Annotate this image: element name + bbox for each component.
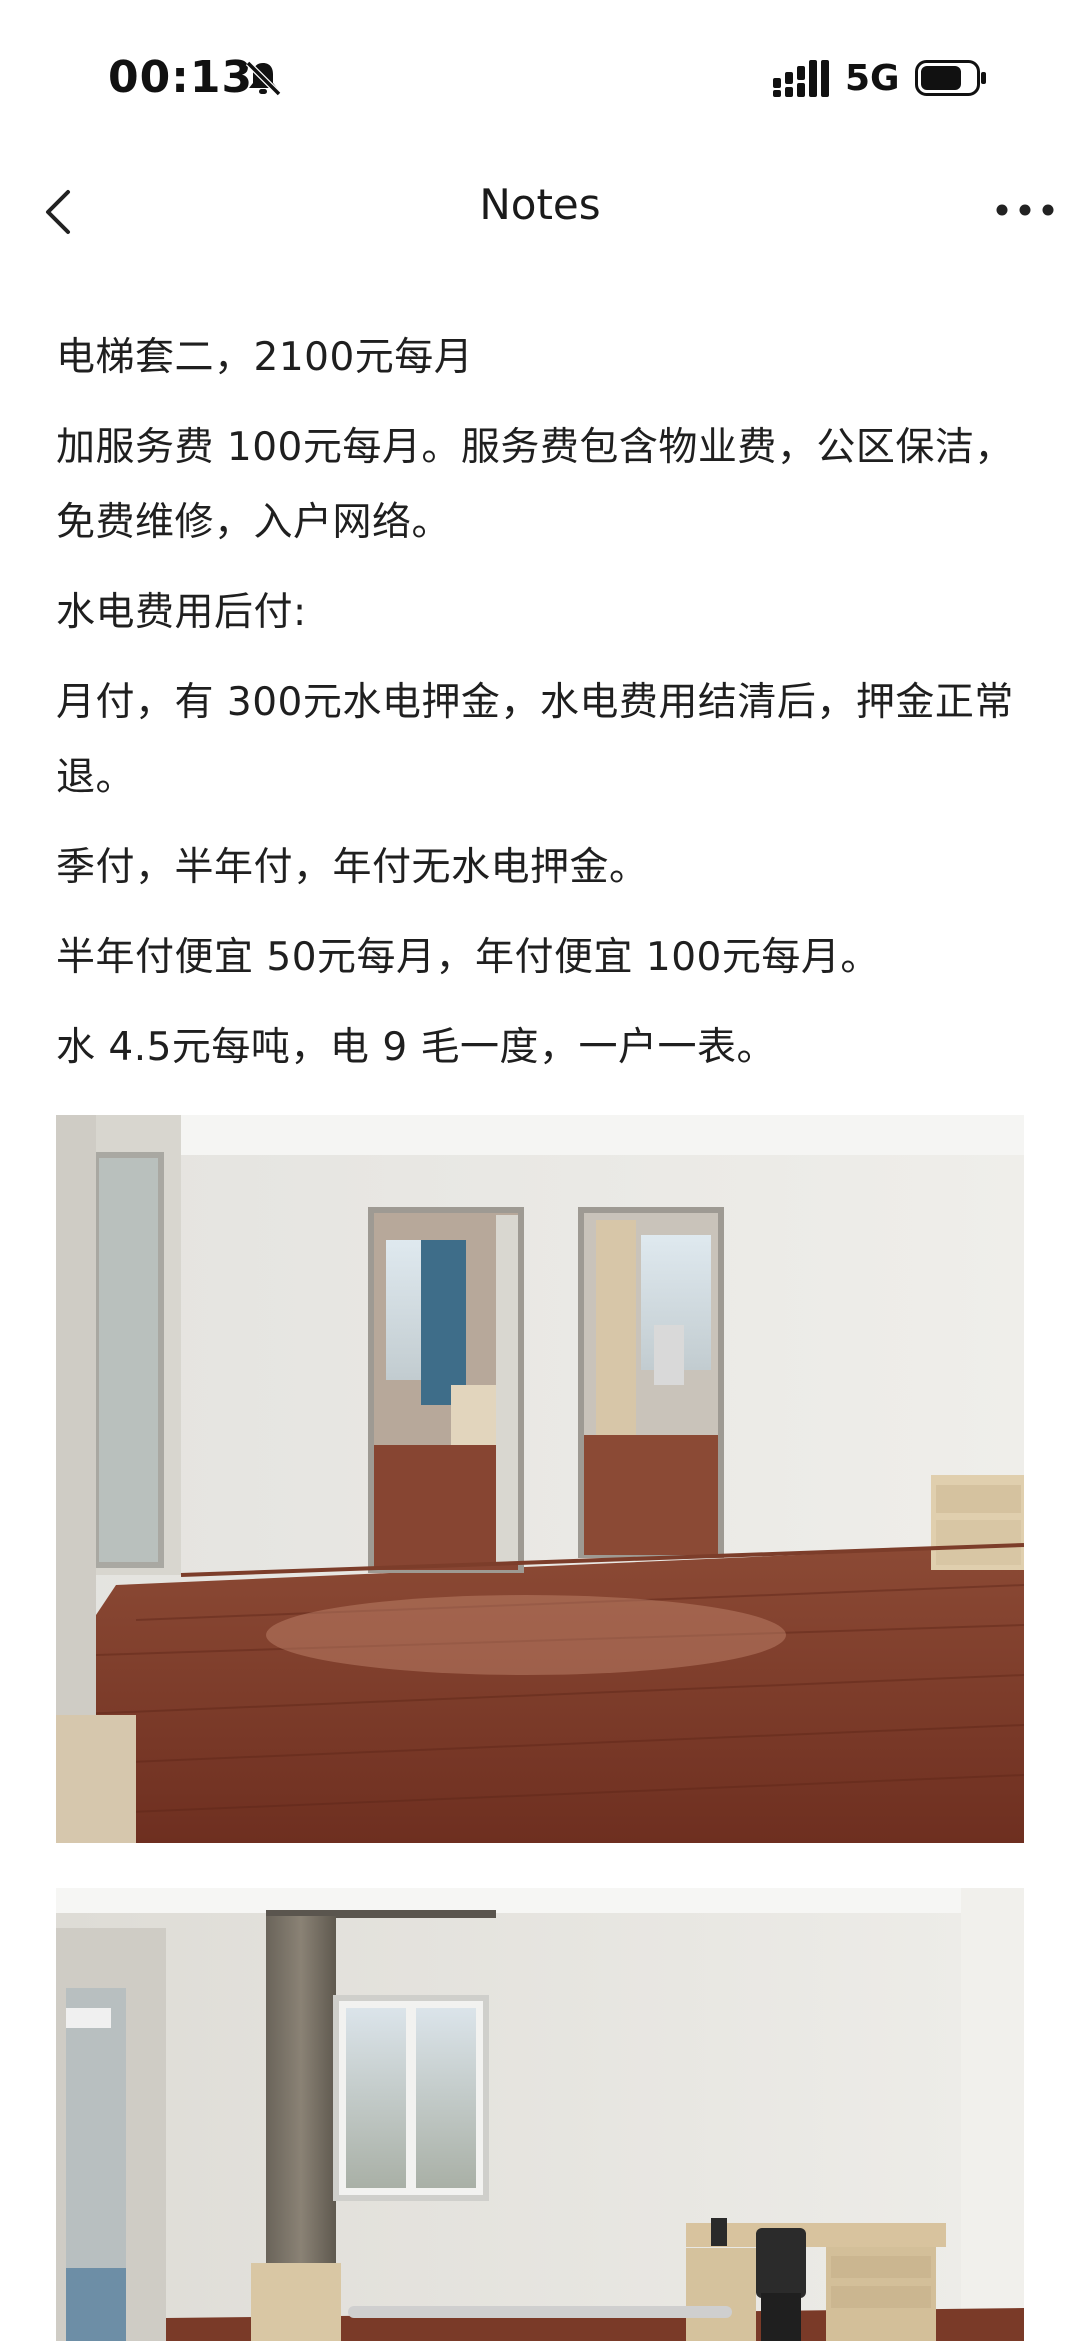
living-room-photo[interactable] [56,1115,1024,1843]
bedroom-photo[interactable] [56,1888,1024,2341]
battery-icon [915,60,986,96]
note-line-water-electric: 水 4.5元每吨，电 9 毛一度，一户一表。 [56,1025,777,1070]
status-bar: 00:13 5G [0,0,1080,160]
note-line-service-fee: 加服务费 100元每月。服务费包含物业费，公区保洁，免费维修，入户网络。 [56,425,1014,545]
note-line-rent: 电梯套二，2100元每月 [56,335,474,380]
note-line-monthly: 月付，有 300元水电押金，水电费用结清后，押金正常退。 [56,680,1014,800]
note-line-discount: 半年付便宜 50元每月，年付便宜 100元每月。 [56,935,880,980]
signal-icon [773,60,829,97]
note-line-utilities: 水电费用后付: [56,590,307,635]
home-indicator[interactable] [348,2306,732,2318]
status-time: 00:13 [108,52,254,103]
nav-bar: Notes [0,160,1080,260]
page-title: Notes [479,180,601,229]
note-body: 电梯套二，2100元每月 加服务费 100元每月。服务费包含物业费，公区保洁，免… [56,320,1036,1100]
more-horizontal-icon[interactable] [990,185,1060,235]
bell-muted-icon [245,60,282,97]
network-type: 5G [845,58,900,99]
note-line-quarterly: 季付，半年付，年付无水电押金。 [56,845,649,890]
